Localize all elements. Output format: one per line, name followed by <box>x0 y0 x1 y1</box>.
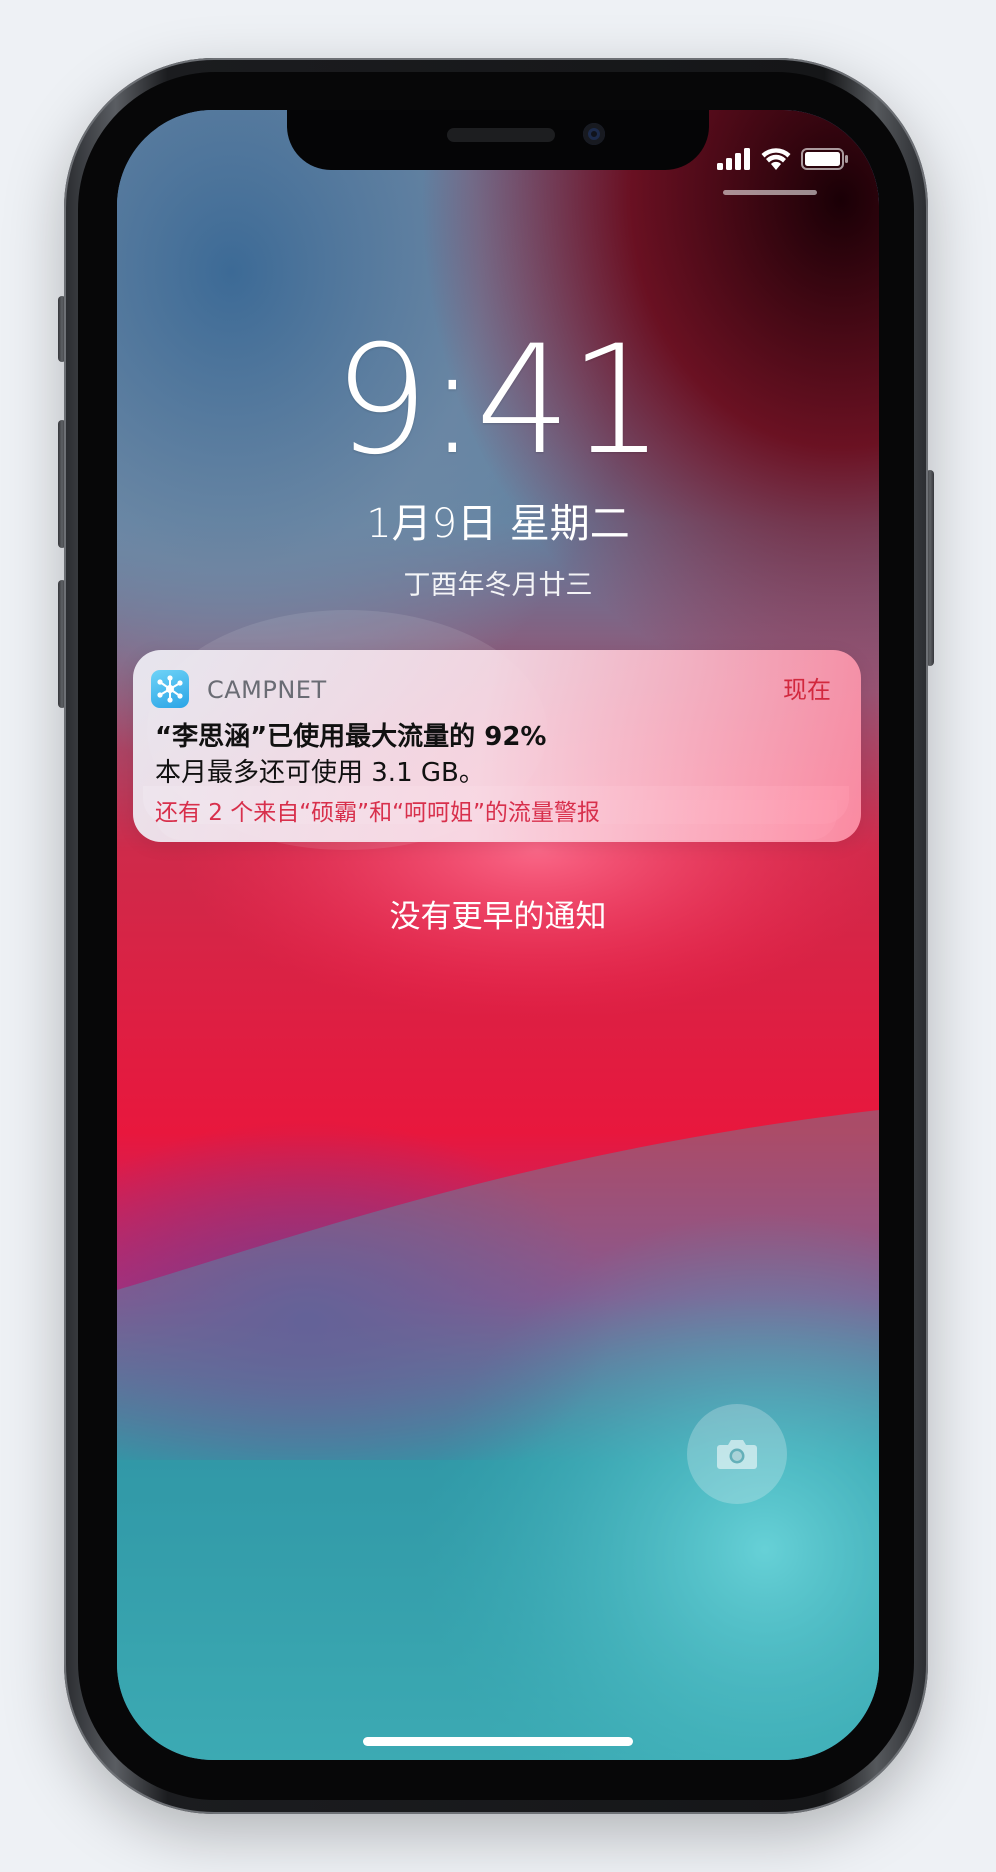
lock-screen: 9:41 1月9日 星期二 丁酉年冬月廿三 CAMPNET 现在 “李思涵”已使… <box>117 110 879 1760</box>
notification-time: 现在 <box>783 676 831 704</box>
notification-card[interactable]: CAMPNET 现在 “李思涵”已使用最大流量的 92% 本月最多还可使用 3.… <box>133 650 861 842</box>
camera-icon <box>717 1440 757 1469</box>
front-camera <box>583 123 605 145</box>
notification-app-name: CAMPNET <box>207 676 327 704</box>
home-indicator[interactable] <box>363 1737 633 1746</box>
notch <box>287 110 709 170</box>
notification-body: 本月最多还可使用 3.1 GB。 <box>155 758 485 788</box>
no-older-notifications: 没有更早的通知 <box>389 899 607 935</box>
speaker-grille <box>447 128 555 142</box>
lunar-date: 丁酉年冬月廿三 <box>403 570 593 601</box>
status-bar <box>717 146 849 172</box>
network-nodes-icon <box>151 670 189 708</box>
signal-icon <box>717 148 750 170</box>
battery-icon <box>801 148 848 170</box>
control-center-indicator[interactable] <box>723 190 817 195</box>
notification-more-alerts[interactable]: 还有 2 个来自“硕霸”和“呵呵姐”的流量警报 <box>155 800 600 828</box>
wifi-icon <box>761 148 791 170</box>
notification-title: “李思涵”已使用最大流量的 92% <box>155 722 547 752</box>
lock-time: 9:41 <box>333 314 665 488</box>
camera-button[interactable] <box>687 1404 787 1504</box>
lock-date: 1月9日 星期二 <box>366 501 630 547</box>
